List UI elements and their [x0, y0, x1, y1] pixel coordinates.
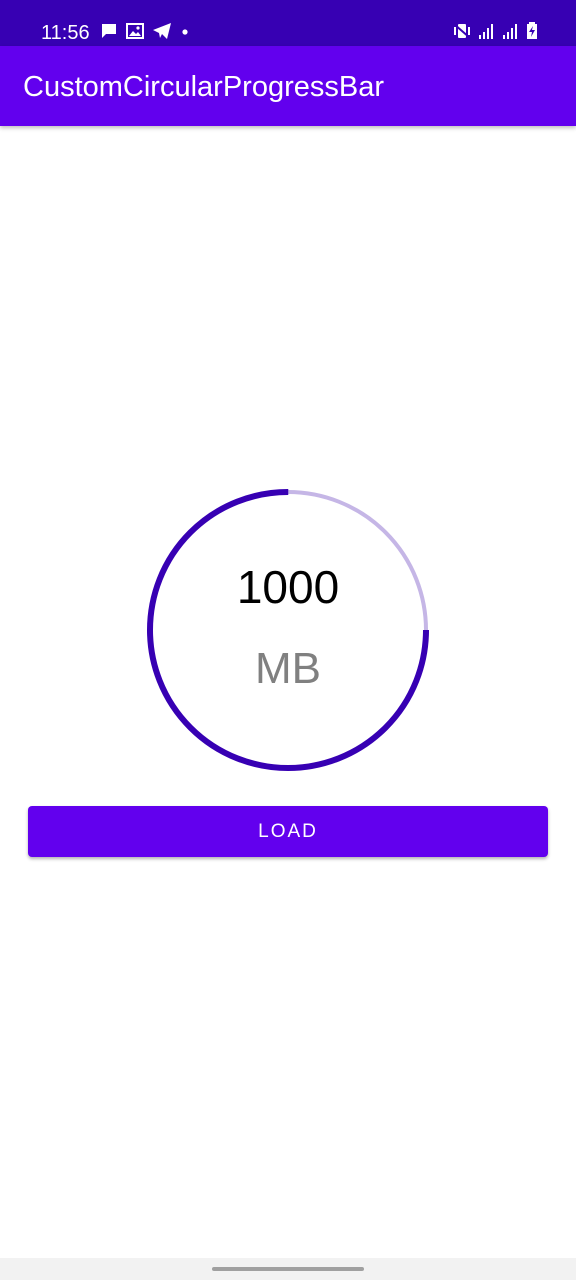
progress-value: 1000 [236, 561, 340, 613]
dot-icon [180, 22, 190, 40]
load-button[interactable]: LOAD [28, 806, 548, 857]
navigation-bar [0, 1258, 576, 1280]
home-gesture-handle[interactable] [212, 1267, 364, 1271]
progress-unit: MB [255, 644, 321, 693]
signal-icon [502, 22, 520, 40]
signal-icon [478, 22, 496, 40]
battery-charging-icon [526, 22, 538, 40]
vibrate-icon [452, 22, 472, 40]
circular-progress-bar: 1000 MB [146, 488, 430, 772]
progress-ring [147, 489, 429, 771]
status-time: 11:56 [41, 22, 90, 44]
telegram-icon [152, 22, 172, 40]
image-icon [126, 22, 144, 40]
app-bar: CustomCircularProgressBar [0, 46, 576, 126]
status-bar: 11:56 [0, 0, 576, 46]
app-title: CustomCircularProgressBar [23, 71, 384, 103]
system-icons [452, 22, 538, 40]
notification-icons [100, 22, 190, 40]
message-icon [100, 22, 118, 40]
